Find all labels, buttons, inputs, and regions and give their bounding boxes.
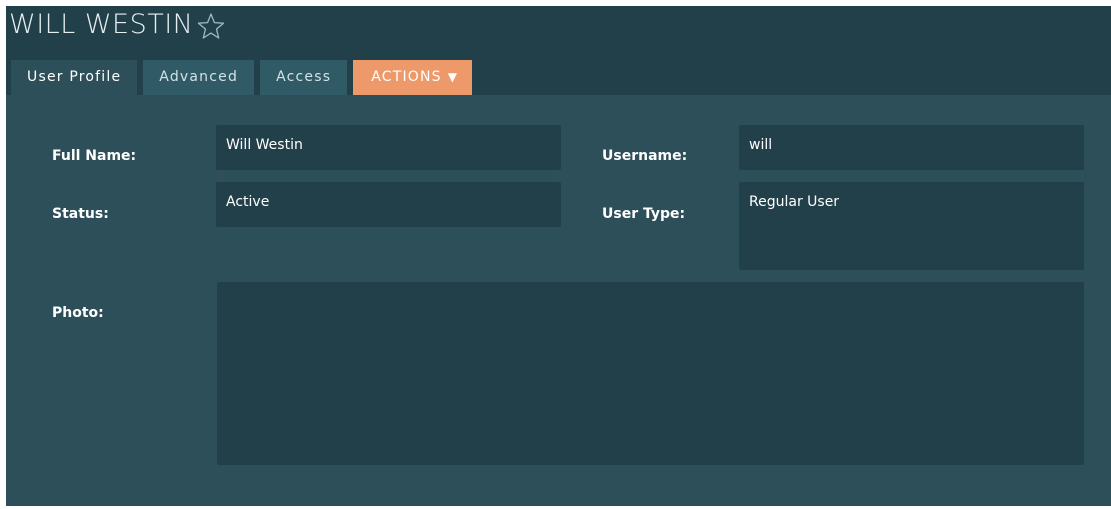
record-header: WILL WESTIN: [6, 6, 225, 44]
star-outline-icon[interactable]: [197, 12, 225, 40]
tab-access[interactable]: Access: [260, 60, 348, 95]
tab-advanced[interactable]: Advanced: [143, 60, 255, 95]
status-label: Status:: [52, 206, 109, 222]
tab-user-profile[interactable]: User Profile: [11, 60, 138, 95]
photo-label: Photo:: [52, 305, 104, 321]
record-view: WILL WESTIN User Profile Advanced Access…: [6, 6, 1111, 506]
caret-down-icon: ▼: [447, 70, 459, 84]
full-name-label: Full Name:: [52, 148, 137, 164]
tab-bar: User Profile Advanced Access ACTIONS ▼: [11, 60, 478, 95]
username-field[interactable]: will: [739, 125, 1084, 170]
tab-access-label: Access: [276, 69, 332, 85]
record-title: WILL WESTIN: [9, 9, 194, 40]
user-profile-panel: Full Name: Will Westin Username: will St…: [6, 95, 1111, 506]
username-label: Username:: [602, 148, 688, 164]
user-type-label: User Type:: [602, 206, 686, 222]
actions-label: ACTIONS: [371, 69, 442, 85]
user-type-field[interactable]: Regular User: [739, 182, 1084, 270]
tab-advanced-label: Advanced: [159, 69, 239, 85]
full-name-field[interactable]: Will Westin: [216, 125, 561, 170]
status-field[interactable]: Active: [216, 182, 561, 227]
actions-dropdown-button[interactable]: ACTIONS ▼: [353, 60, 473, 95]
tab-user-profile-label: User Profile: [27, 69, 122, 85]
photo-field[interactable]: [217, 282, 1084, 465]
